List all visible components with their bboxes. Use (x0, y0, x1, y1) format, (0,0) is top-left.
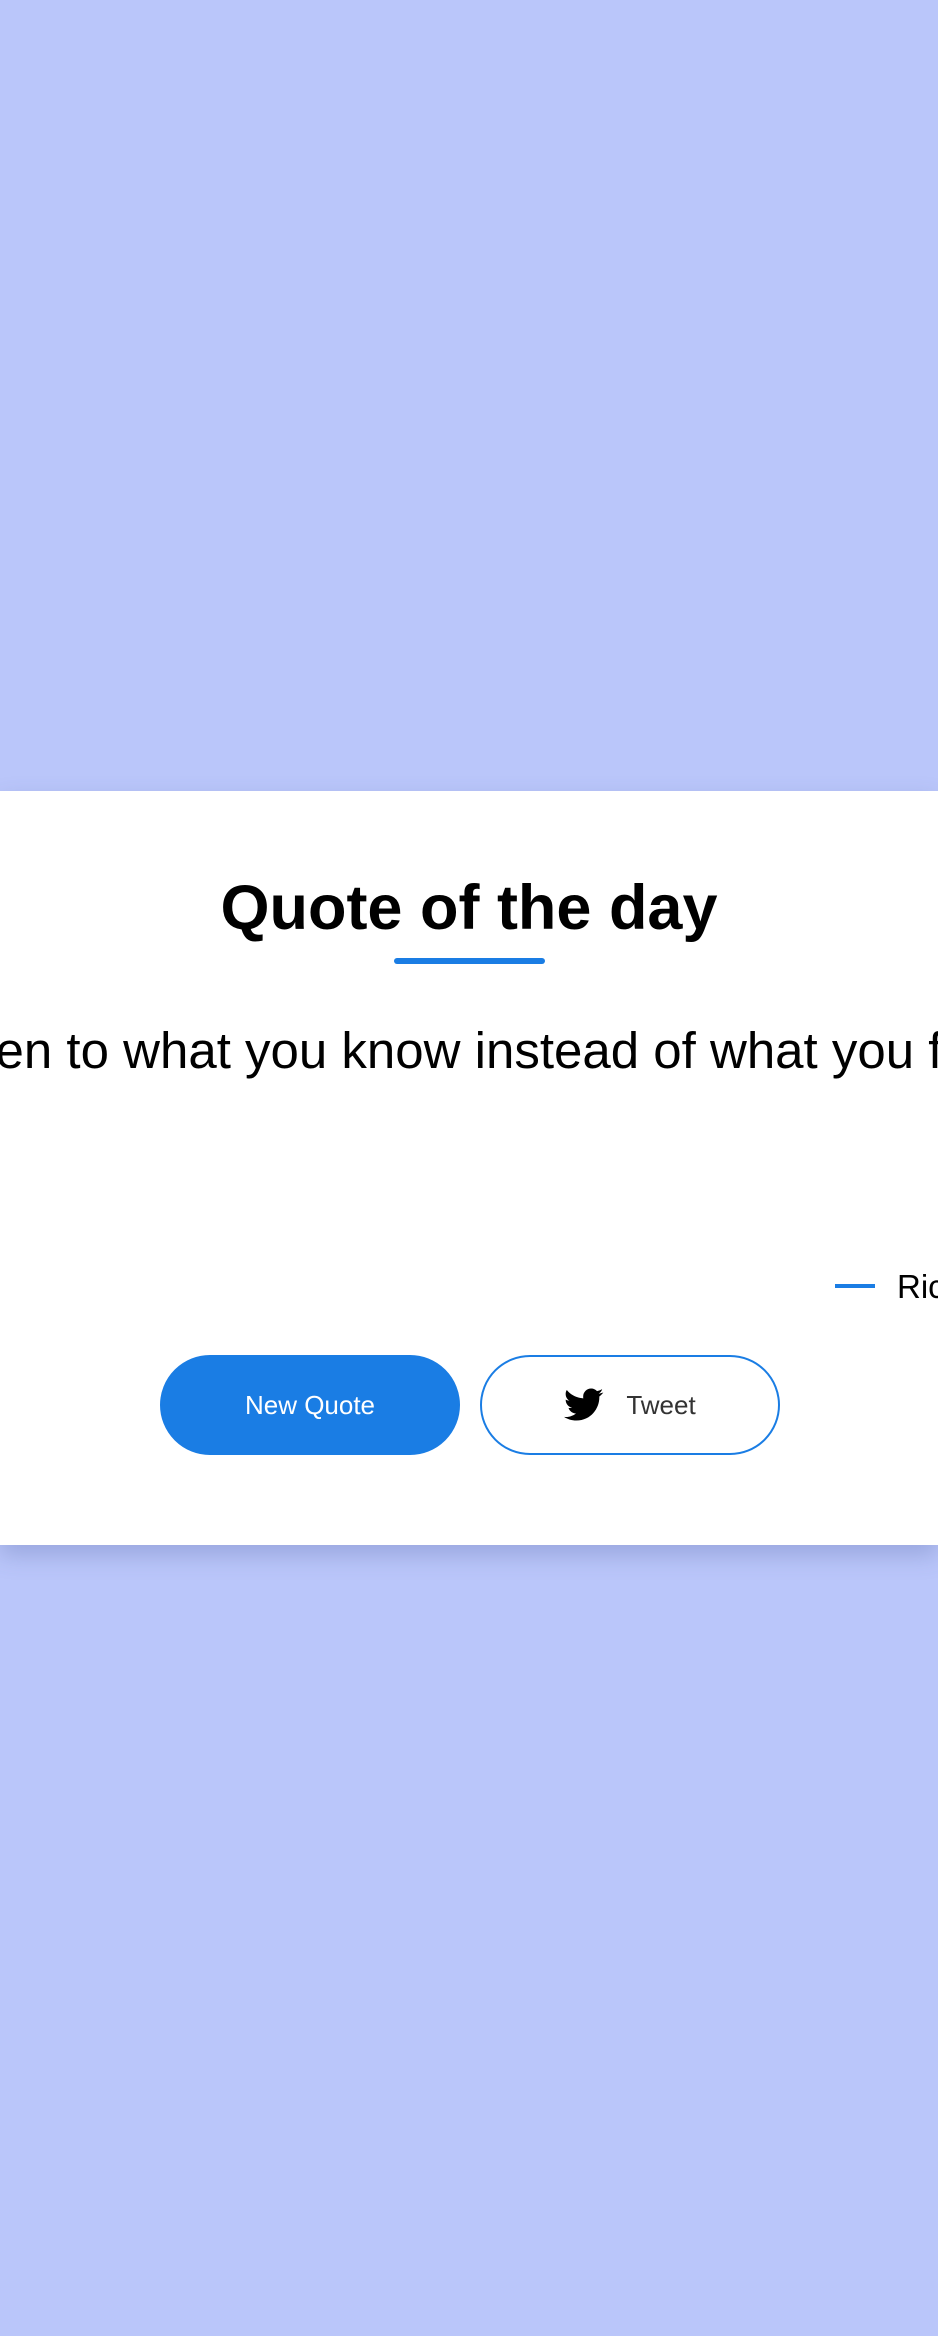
author-name: Ric (897, 1267, 938, 1305)
quote-text: en to what you know instead of what you … (0, 1022, 938, 1079)
author-row: Ric (835, 1266, 938, 1306)
tweet-button[interactable]: Tweet (480, 1355, 780, 1455)
title-underline (394, 958, 545, 964)
page-title: Quote of the day (220, 873, 718, 943)
author-dash (835, 1284, 875, 1288)
twitter-bird-icon (564, 1388, 604, 1422)
new-quote-label: New Quote (244, 1389, 376, 1420)
new-quote-button[interactable]: New Quote (160, 1355, 460, 1455)
quote-card: Quote of the day en to what you know ins… (0, 791, 938, 1545)
tweet-label: Tweet (626, 1389, 696, 1420)
